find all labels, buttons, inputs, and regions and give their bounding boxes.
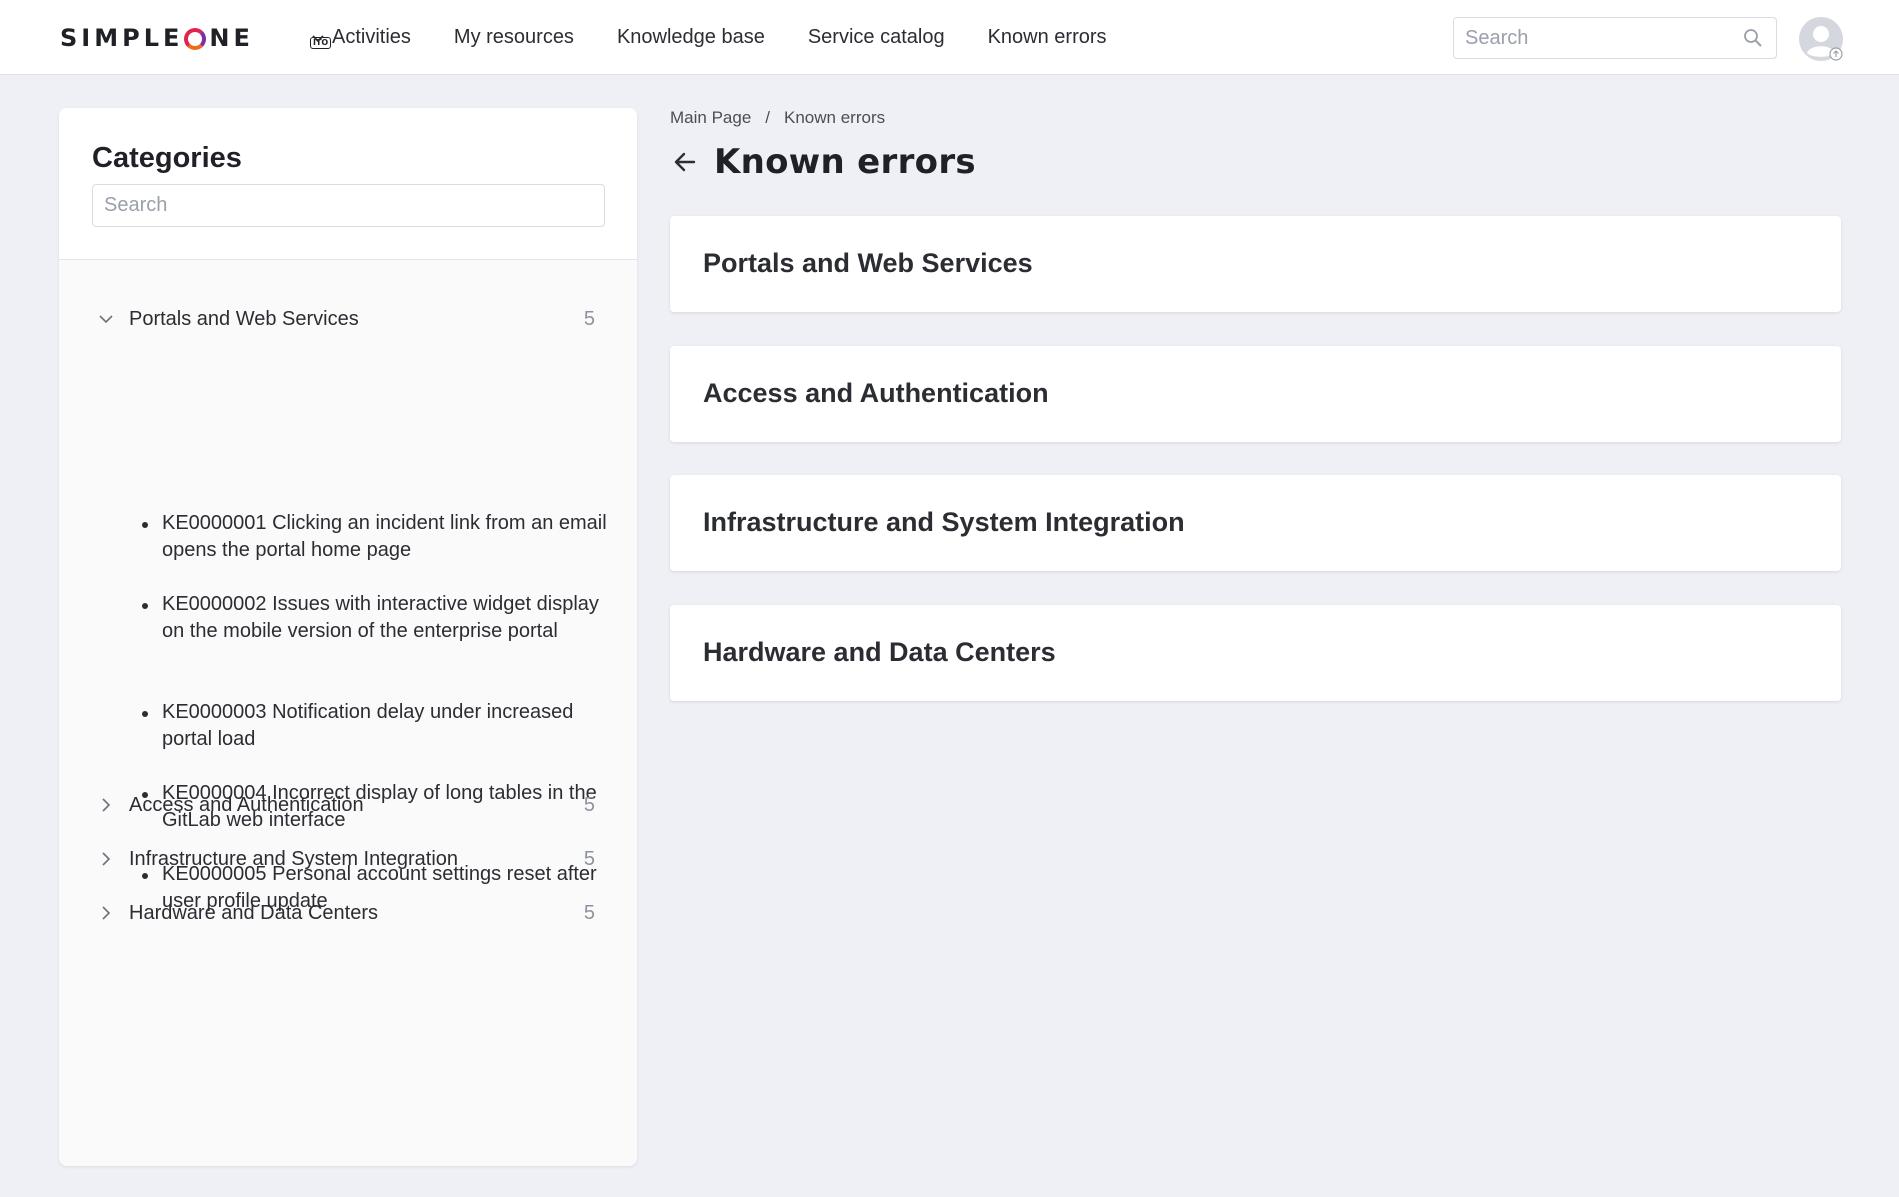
sidebar-header: Categories xyxy=(59,108,637,260)
category-label: Infrastructure and System Integration xyxy=(129,848,459,870)
page-header: Known errors xyxy=(670,142,976,182)
logo-text-part1: SIMPLE xyxy=(60,24,184,52)
nav-activities-label: Activities xyxy=(332,26,411,48)
logo-text-part2: NE xyxy=(209,24,254,52)
simpleone-logo[interactable]: SIMPLE NE ITO xyxy=(60,22,332,54)
category-count: 5 xyxy=(583,308,595,330)
nav-known-errors[interactable]: Known errors xyxy=(988,26,1107,49)
category-label: Access and Authentication xyxy=(129,794,364,816)
nav-my-resources-label: My resources xyxy=(453,26,574,48)
global-search-input[interactable] xyxy=(1465,26,1725,50)
known-error-item-ke0000003[interactable]: KE0000003 Notification delay under incre… xyxy=(142,699,612,753)
nav-my-resources[interactable]: My resources xyxy=(454,26,574,49)
sidebar-title: Categories xyxy=(92,142,242,174)
chevron-right-icon xyxy=(102,798,111,812)
breadcrumb-separator: / xyxy=(765,108,771,127)
logo-ring-icon xyxy=(184,28,207,50)
category-infrastructure-integration[interactable]: Infrastructure and System Integration 5 xyxy=(59,844,637,874)
category-card-portals-web-services[interactable]: Portals and Web Services xyxy=(670,216,1841,312)
category-card-label: Hardware and Data Centers xyxy=(703,637,1056,667)
main-nav: Activities My resources Knowledge base S… xyxy=(310,0,1150,75)
category-search-input[interactable] xyxy=(104,194,584,217)
category-label: Portals and Web Services xyxy=(129,308,359,330)
known-error-item-ke0000002[interactable]: KE0000002 Issues with interactive widget… xyxy=(142,591,612,645)
category-access-authentication[interactable]: Access and Authentication 5 xyxy=(59,790,637,820)
category-card-access-authentication[interactable]: Access and Authentication xyxy=(670,346,1841,442)
categories-sidebar: Categories Portals and Web Services 5 KE… xyxy=(59,108,637,1166)
chevron-down-icon xyxy=(312,34,324,42)
user-avatar-icon[interactable] xyxy=(1798,16,1844,62)
nav-known-errors-label: Known errors xyxy=(987,26,1107,48)
category-search xyxy=(92,184,605,227)
chevron-right-icon xyxy=(102,906,111,920)
known-error-item-ke0000001[interactable]: KE0000001 Clicking an incident link from… xyxy=(142,510,612,564)
nav-activities[interactable]: Activities xyxy=(310,26,411,49)
bullet xyxy=(142,711,148,717)
nav-knowledge-base-label: Knowledge base xyxy=(616,26,765,48)
category-card-label: Portals and Web Services xyxy=(703,248,1033,278)
category-label: Hardware and Data Centers xyxy=(129,902,379,924)
top-navigation-bar: SIMPLE NE ITO Activities My resources Kno… xyxy=(0,0,1899,75)
category-card-label: Access and Authentication xyxy=(703,378,1049,408)
category-card-infrastructure-integration[interactable]: Infrastructure and System Integration xyxy=(670,475,1841,571)
category-count: 5 xyxy=(583,848,595,870)
known-error-title: KE0000003 Notification delay under incre… xyxy=(162,701,574,750)
bullet xyxy=(142,522,148,528)
category-count: 5 xyxy=(583,794,595,816)
global-search xyxy=(1453,17,1777,59)
page-title: Known errors xyxy=(714,142,976,182)
category-portals-web-services[interactable]: Portals and Web Services 5 xyxy=(59,304,637,334)
known-error-title: KE0000002 Issues with interactive widget… xyxy=(162,593,599,642)
search-icon[interactable] xyxy=(1743,28,1763,48)
category-hardware-data-centers[interactable]: Hardware and Data Centers 5 xyxy=(59,898,637,928)
chevron-down-icon xyxy=(99,315,113,324)
category-card-hardware-data-centers[interactable]: Hardware and Data Centers xyxy=(670,605,1841,701)
category-card-label: Infrastructure and System Integration xyxy=(703,507,1185,537)
nav-knowledge-base[interactable]: Knowledge base xyxy=(617,26,765,49)
nav-service-catalog-label: Service catalog xyxy=(807,26,945,48)
breadcrumb: Main Page / Known errors xyxy=(670,108,885,128)
known-error-title: KE0000001 Clicking an incident link from… xyxy=(162,512,607,561)
chevron-right-icon xyxy=(102,852,111,866)
breadcrumb-main-page[interactable]: Main Page xyxy=(670,108,751,128)
category-count: 5 xyxy=(583,902,595,924)
back-arrow-icon[interactable] xyxy=(670,147,700,177)
nav-service-catalog[interactable]: Service catalog xyxy=(808,26,945,49)
breadcrumb-current: Known errors xyxy=(784,108,886,127)
bullet xyxy=(142,603,148,609)
